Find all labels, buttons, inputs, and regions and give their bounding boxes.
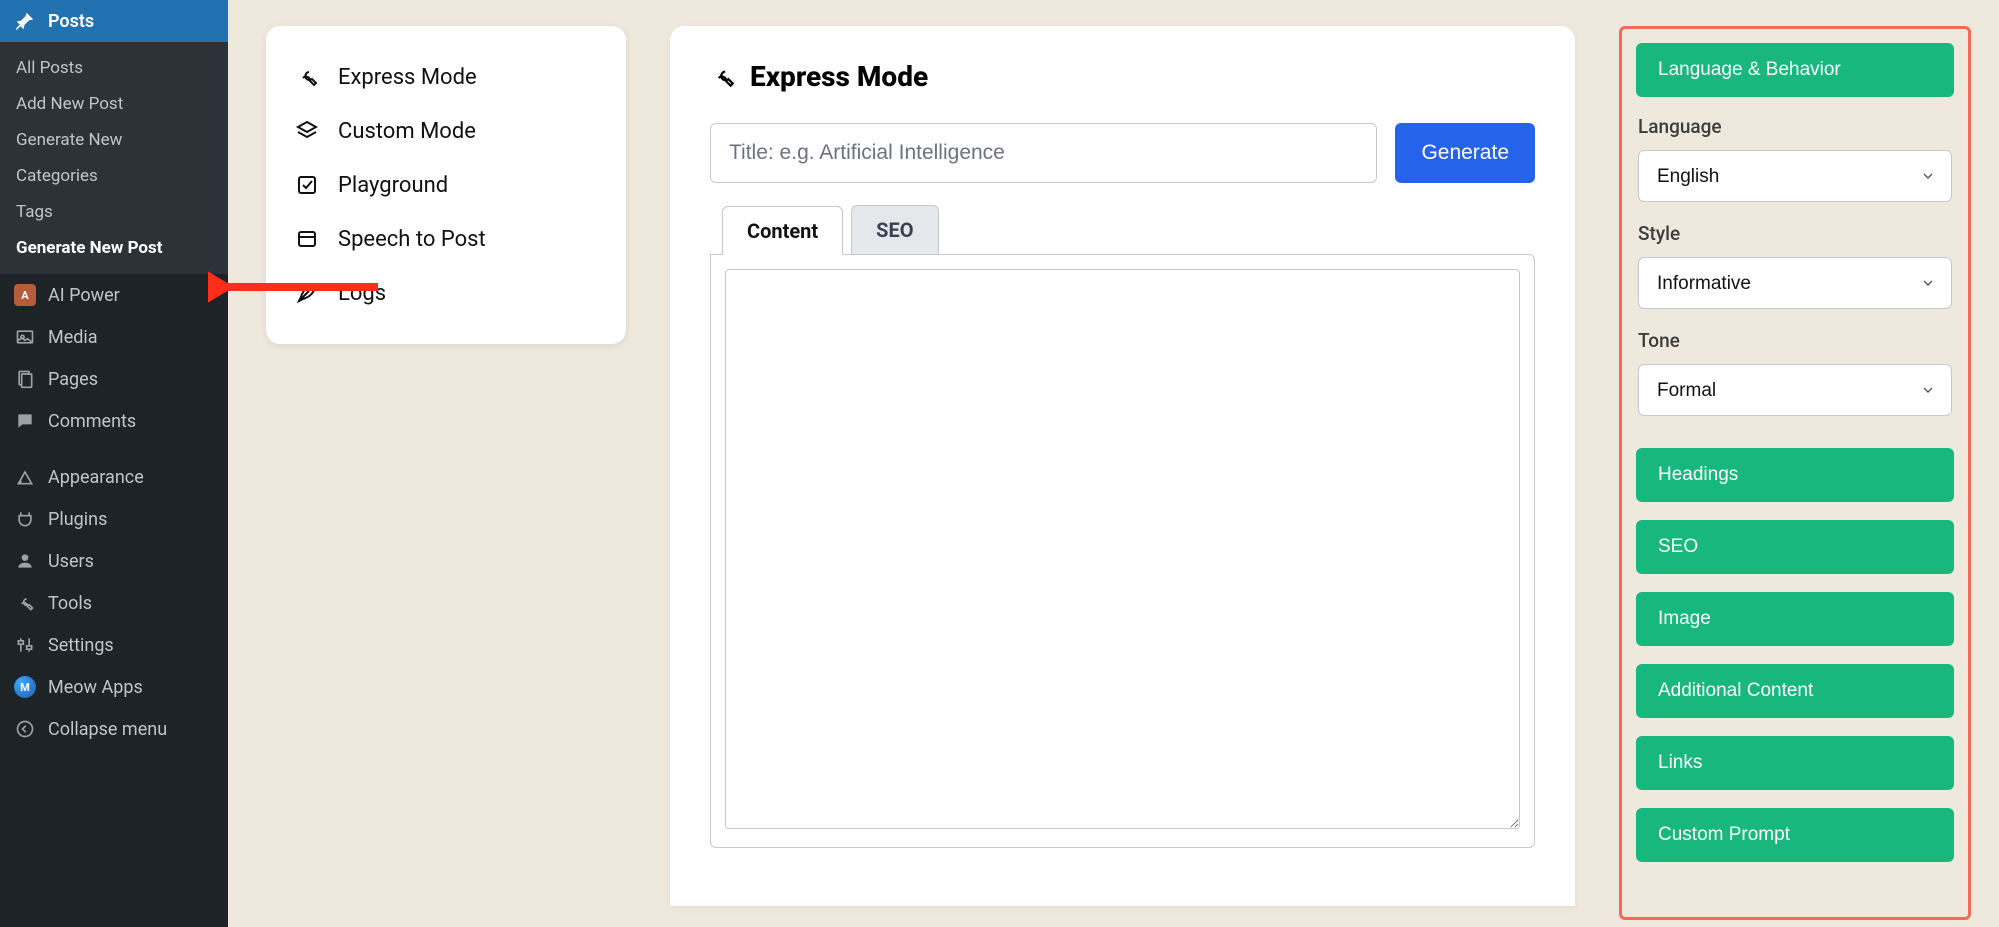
accordion-seo[interactable]: SEO [1636, 520, 1954, 574]
collapse-icon [14, 718, 36, 740]
submenu-categories[interactable]: Categories [0, 158, 228, 194]
title-input[interactable] [710, 123, 1377, 183]
sidebar-item-label: Meow Apps [48, 677, 143, 698]
settings-icon [14, 634, 36, 656]
main-content: Express Mode Custom Mode Playground Spee… [228, 0, 1999, 927]
mode-playground[interactable]: Playground [280, 158, 616, 212]
mode-label: Playground [338, 173, 448, 198]
generate-button[interactable]: Generate [1395, 123, 1535, 183]
sidebar-item-posts[interactable]: Posts [0, 0, 228, 42]
sidebar-item-media[interactable]: Media [0, 316, 228, 358]
tone-label: Tone [1638, 329, 1952, 352]
accordion-image[interactable]: Image [1636, 592, 1954, 646]
editor-heading: Express Mode [710, 60, 1535, 93]
sidebar-item-collapse[interactable]: Collapse menu [0, 708, 228, 750]
settings-panel: Language & Behavior Language English Sty… [1619, 26, 1971, 920]
appearance-icon [14, 466, 36, 488]
language-label: Language [1638, 115, 1952, 138]
tab-content[interactable]: Content [722, 206, 843, 255]
mode-label: Speech to Post [338, 227, 486, 252]
sidebar-item-label: Posts [48, 11, 94, 32]
mode-logs[interactable]: Logs [280, 266, 616, 320]
panel-icon [294, 226, 320, 252]
mode-panel: Express Mode Custom Mode Playground Spee… [266, 26, 626, 344]
tone-select[interactable]: Formal [1638, 364, 1952, 416]
sidebar-item-label: Settings [48, 635, 114, 656]
sidebar-item-label: Comments [48, 411, 136, 432]
sidebar-item-label: Appearance [48, 467, 144, 488]
layers-icon [294, 118, 320, 144]
mode-speech-to-post[interactable]: Speech to Post [280, 212, 616, 266]
accordion-headings[interactable]: Headings [1636, 448, 1954, 502]
users-icon [14, 550, 36, 572]
meow-badge-icon: M [14, 676, 36, 698]
mode-custom[interactable]: Custom Mode [280, 104, 616, 158]
editor-heading-text: Express Mode [750, 60, 928, 93]
sidebar-item-plugins[interactable]: Plugins [0, 498, 228, 540]
accordion-custom-prompt[interactable]: Custom Prompt [1636, 808, 1954, 862]
tools-icon [14, 592, 36, 614]
accordion-body-language: Language English Style Informative [1636, 115, 1954, 448]
accordion-links[interactable]: Links [1636, 736, 1954, 790]
sidebar-item-comments[interactable]: Comments [0, 400, 228, 442]
checkbox-icon [294, 172, 320, 198]
submenu-generate-new-post[interactable]: Generate New Post [0, 230, 228, 266]
tab-seo[interactable]: SEO [851, 205, 938, 254]
sidebar-item-users[interactable]: Users [0, 540, 228, 582]
accordion-additional-content[interactable]: Additional Content [1636, 664, 1954, 718]
sidebar-item-label: Tools [48, 593, 92, 614]
editor-panel: Express Mode Generate Content SEO [670, 26, 1575, 906]
sidebar-item-meow-apps[interactable]: M Meow Apps [0, 666, 228, 708]
ai-badge-icon: A [14, 284, 36, 306]
wrench-icon [294, 64, 320, 90]
pages-icon [14, 368, 36, 390]
submenu-tags[interactable]: Tags [0, 194, 228, 230]
mode-express[interactable]: Express Mode [280, 50, 616, 104]
pin-icon [14, 10, 36, 32]
menu-separator [0, 442, 228, 456]
sidebar-item-label: Pages [48, 369, 98, 390]
mode-label: Logs [338, 281, 386, 306]
title-row: Generate [710, 123, 1535, 183]
posts-submenu: All Posts Add New Post Generate New Cate… [0, 42, 228, 274]
wp-admin-sidebar: Posts All Posts Add New Post Generate Ne… [0, 0, 228, 927]
feather-icon [294, 280, 320, 306]
tab-body [710, 254, 1535, 848]
mode-label: Custom Mode [338, 119, 476, 144]
comments-icon [14, 410, 36, 432]
mode-label: Express Mode [338, 65, 477, 90]
sidebar-item-appearance[interactable]: Appearance [0, 456, 228, 498]
language-select[interactable]: English [1638, 150, 1952, 202]
accordion-language-behavior[interactable]: Language & Behavior [1636, 43, 1954, 97]
content-textarea[interactable] [725, 269, 1520, 829]
wrench-icon [710, 64, 736, 90]
sidebar-item-label: Users [48, 551, 94, 572]
sidebar-item-tools[interactable]: Tools [0, 582, 228, 624]
sidebar-item-label: Media [48, 327, 98, 348]
submenu-all-posts[interactable]: All Posts [0, 50, 228, 86]
sidebar-item-settings[interactable]: Settings [0, 624, 228, 666]
submenu-add-new-post[interactable]: Add New Post [0, 86, 228, 122]
media-icon [14, 326, 36, 348]
style-select[interactable]: Informative [1638, 257, 1952, 309]
sidebar-item-label: Collapse menu [48, 719, 167, 740]
editor-tabs: Content SEO [722, 205, 1535, 254]
sidebar-item-label: AI Power [48, 285, 120, 306]
submenu-generate-new[interactable]: Generate New [0, 122, 228, 158]
style-label: Style [1638, 222, 1952, 245]
sidebar-item-pages[interactable]: Pages [0, 358, 228, 400]
sidebar-item-ai-power[interactable]: A AI Power [0, 274, 228, 316]
sidebar-item-label: Plugins [48, 509, 107, 530]
app-root: Posts All Posts Add New Post Generate Ne… [0, 0, 1999, 927]
plugins-icon [14, 508, 36, 530]
